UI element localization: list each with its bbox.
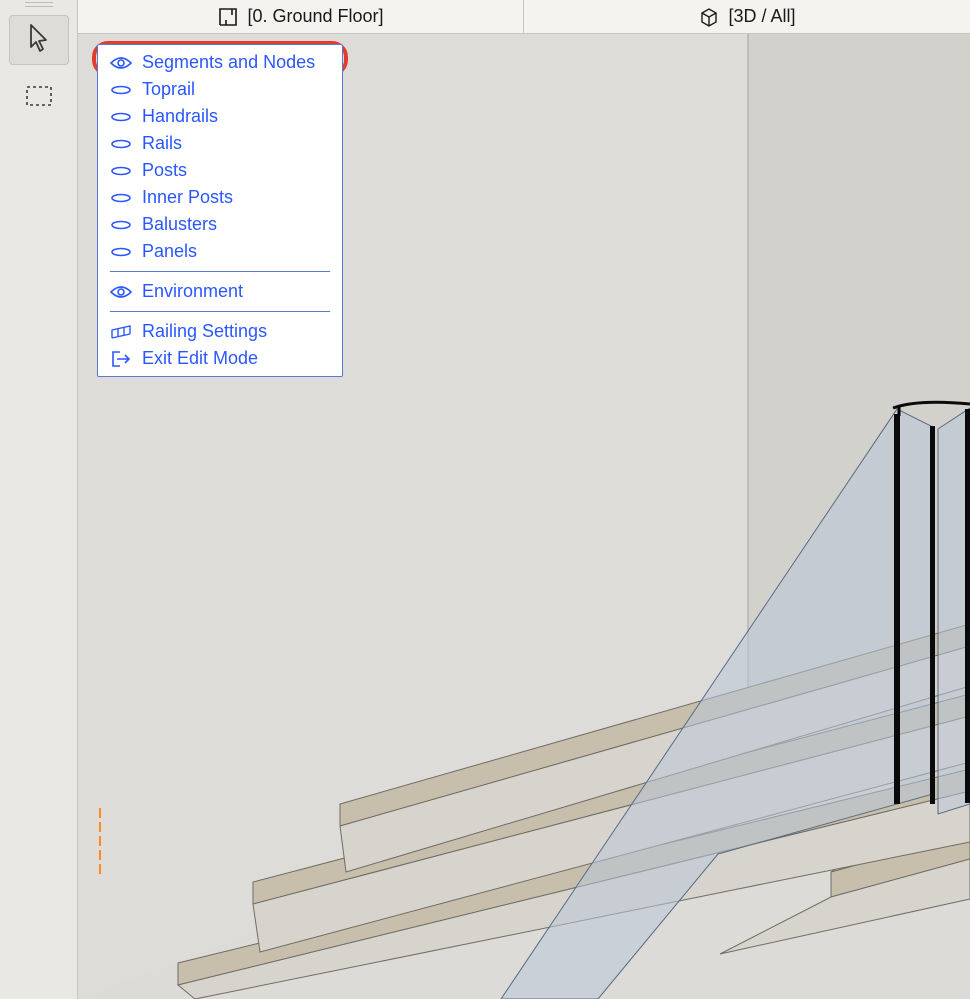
railing-edit-context-menu: Segments and Nodes Toprail Handrails [97, 44, 343, 377]
visibility-closed-icon [110, 166, 132, 176]
visibility-open-icon [110, 56, 132, 70]
menu-item-label: Handrails [142, 106, 218, 127]
menu-item-toprail[interactable]: Toprail [98, 76, 342, 103]
view-tab-bar: [0. Ground Floor] [3D / All] [78, 0, 970, 34]
menu-item-environment[interactable]: Environment [98, 278, 342, 305]
visibility-closed-icon [110, 85, 132, 95]
visibility-closed-icon [110, 112, 132, 122]
menu-item-railing-settings[interactable]: Railing Settings [98, 318, 342, 345]
menu-separator [110, 311, 330, 312]
tab-label: [3D / All] [728, 6, 795, 27]
visibility-closed-icon [110, 247, 132, 257]
menu-item-balusters[interactable]: Balusters [98, 211, 342, 238]
app-frame: [0. Ground Floor] [3D / All] [0, 0, 970, 999]
left-toolbar [0, 0, 78, 999]
menu-item-label: Toprail [142, 79, 195, 100]
menu-item-rails[interactable]: Rails [98, 130, 342, 157]
menu-item-label: Environment [142, 281, 243, 302]
viewport-3d[interactable]: Segments and Nodes Toprail Handrails [78, 34, 970, 999]
grip-handle[interactable] [25, 2, 53, 7]
floorplan-icon [217, 6, 239, 28]
visibility-open-icon [110, 285, 132, 299]
menu-item-label: Posts [142, 160, 187, 181]
menu-item-label: Segments and Nodes [142, 52, 315, 73]
menu-item-label: Rails [142, 133, 182, 154]
marquee-tool-button[interactable] [9, 73, 69, 123]
menu-item-posts[interactable]: Posts [98, 157, 342, 184]
vertical-guide-marks [99, 808, 101, 874]
tab-label: [0. Ground Floor] [247, 6, 383, 27]
marquee-icon [26, 86, 52, 111]
visibility-closed-icon [110, 139, 132, 149]
exit-icon [110, 350, 132, 368]
menu-separator [110, 271, 330, 272]
menu-item-label: Railing Settings [142, 321, 267, 342]
menu-item-label: Balusters [142, 214, 217, 235]
menu-item-label: Exit Edit Mode [142, 348, 258, 369]
menu-item-segments-and-nodes[interactable]: Segments and Nodes [98, 49, 342, 76]
arrow-tool-button[interactable] [9, 15, 69, 65]
visibility-closed-icon [110, 220, 132, 230]
tab-ground-floor[interactable]: [0. Ground Floor] [78, 0, 524, 33]
tab-3d-view[interactable]: [3D / All] [524, 0, 970, 33]
main-area: [0. Ground Floor] [3D / All] [78, 0, 970, 999]
menu-item-handrails[interactable]: Handrails [98, 103, 342, 130]
menu-item-label: Inner Posts [142, 187, 233, 208]
menu-item-inner-posts[interactable]: Inner Posts [98, 184, 342, 211]
cursor-arrow-icon [28, 23, 50, 58]
cube-icon [698, 6, 720, 28]
menu-item-panels[interactable]: Panels [98, 238, 342, 265]
railing-icon [110, 324, 132, 340]
menu-item-label: Panels [142, 241, 197, 262]
visibility-closed-icon [110, 193, 132, 203]
menu-item-exit-edit-mode[interactable]: Exit Edit Mode [98, 345, 342, 372]
